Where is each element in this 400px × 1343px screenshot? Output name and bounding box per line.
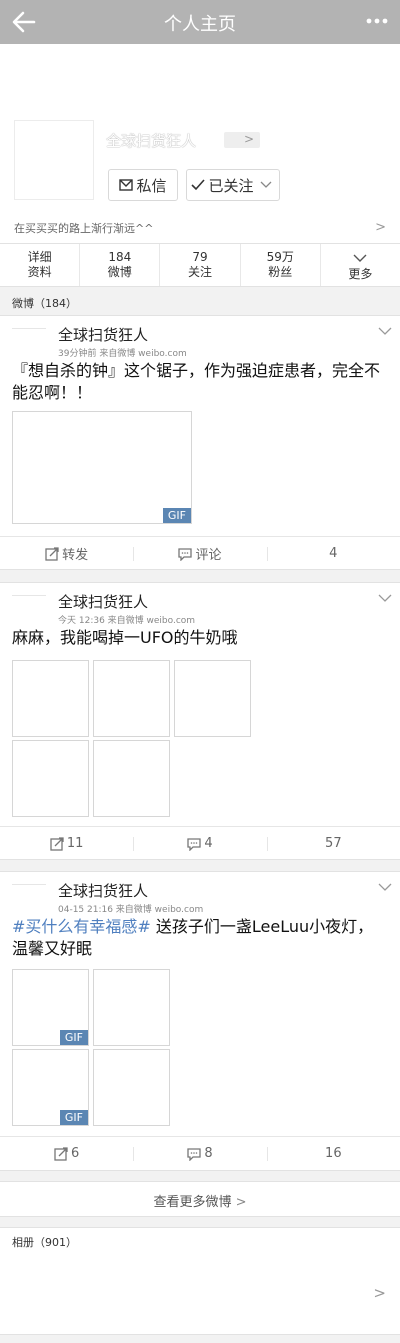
gif-badge: GIF bbox=[162, 508, 191, 523]
stats-bar: 详细 资料 184 微博 79 关注 59万 粉丝 更多 bbox=[0, 243, 400, 287]
avatar[interactable] bbox=[14, 120, 94, 200]
message-button[interactable]: 私信 bbox=[108, 169, 178, 201]
view-more-weibo-button[interactable]: 查看更多微博 > bbox=[0, 1181, 400, 1217]
stat-following[interactable]: 79 关注 bbox=[160, 244, 241, 286]
repost-icon bbox=[45, 546, 59, 561]
post-text: 麻麻，我能喝掉一UFO的牛奶哦 bbox=[12, 628, 238, 647]
album-section[interactable]: 相册（901） > bbox=[0, 1227, 400, 1335]
more-dots-icon[interactable] bbox=[366, 18, 388, 24]
repost-button[interactable]: 转发 bbox=[0, 537, 133, 570]
comment-button[interactable]: 4 bbox=[133, 827, 266, 860]
post-meta: 39分钟前 来自微博 weibo.com bbox=[58, 349, 187, 359]
post-actions: 转发 评论 4 bbox=[0, 536, 400, 570]
top-bar: 个人主页 bbox=[0, 0, 400, 44]
avatar[interactable] bbox=[12, 595, 46, 629]
stat-more[interactable]: 更多 bbox=[321, 244, 400, 286]
stat-weibo[interactable]: 184 微博 bbox=[80, 244, 161, 286]
post-author[interactable]: 全球扫货狂人 bbox=[58, 591, 148, 612]
chevron-down-icon[interactable] bbox=[378, 593, 392, 603]
comment-button[interactable]: 8 bbox=[133, 1137, 266, 1170]
comment-button[interactable]: 评论 bbox=[133, 537, 266, 570]
comment-icon bbox=[178, 547, 193, 561]
stat-profile-details[interactable]: 详细 资料 bbox=[0, 244, 81, 286]
post-image[interactable] bbox=[93, 1049, 170, 1126]
chevron-down-icon bbox=[353, 254, 367, 262]
post-image[interactable] bbox=[12, 740, 89, 817]
chevron-right-icon[interactable]: > bbox=[373, 1284, 386, 1302]
weibo-post: 全球扫货狂人 04-15 21:16 来自微博 weibo.com #买什么有幸… bbox=[0, 871, 400, 1171]
chevron-right-icon: > bbox=[235, 1195, 247, 1210]
like-button[interactable]: 16 bbox=[266, 1137, 400, 1170]
post-text: 『想自杀的钟』这个锯子，作为强迫症患者，完全不能忍啊！！ bbox=[12, 361, 381, 402]
post-image[interactable] bbox=[93, 740, 170, 817]
post-meta: 今天 12:36 来自微博 weibo.com bbox=[58, 616, 196, 626]
comment-icon bbox=[187, 837, 201, 851]
chevron-down-icon[interactable] bbox=[378, 882, 392, 892]
avatar[interactable] bbox=[12, 328, 46, 362]
follow-label: 已关注 bbox=[208, 176, 254, 195]
chevron-right-icon[interactable]: > bbox=[375, 220, 386, 235]
weibo-post: 全球扫货狂人 今天 12:36 来自微博 weibo.com 麻麻，我能喝掉一U… bbox=[0, 582, 400, 860]
weibo-section-header: 微博（184） bbox=[0, 289, 400, 315]
like-button[interactable]: 57 bbox=[266, 827, 400, 860]
post-image[interactable] bbox=[12, 660, 89, 737]
post-actions: 6 8 16 bbox=[0, 1136, 400, 1170]
comment-icon bbox=[187, 1147, 201, 1161]
hashtag-link[interactable]: #买什么有幸福感# bbox=[12, 917, 151, 936]
weibo-post: 全球扫货狂人 39分钟前 来自微博 weibo.com 『想自杀的钟』这个锯子，… bbox=[0, 315, 400, 570]
chevron-down-icon[interactable] bbox=[378, 326, 392, 336]
repost-icon bbox=[54, 1146, 68, 1161]
post-meta: 04-15 21:16 来自微博 weibo.com bbox=[58, 905, 204, 915]
page-title: 个人主页 bbox=[164, 14, 236, 35]
post-image[interactable] bbox=[93, 660, 170, 737]
repost-button[interactable]: 11 bbox=[0, 827, 133, 860]
post-author[interactable]: 全球扫货狂人 bbox=[58, 880, 148, 901]
repost-icon bbox=[50, 836, 64, 851]
message-label: 私信 bbox=[136, 176, 167, 195]
repost-button[interactable]: 6 bbox=[0, 1137, 133, 1170]
post-text: #买什么有幸福感# 送孩子们一盏LeeLuu小夜灯，温馨又好眠 bbox=[12, 917, 374, 958]
member-badge[interactable]: > bbox=[224, 132, 260, 148]
check-icon bbox=[191, 179, 206, 191]
post-actions: 11 4 57 bbox=[0, 826, 400, 860]
album-title: 相册（901） bbox=[12, 1236, 77, 1249]
avatar[interactable] bbox=[12, 884, 46, 918]
post-image[interactable]: GIF bbox=[12, 411, 192, 524]
post-image[interactable] bbox=[93, 969, 170, 1046]
gif-badge: GIF bbox=[59, 1110, 88, 1125]
profile-bio: 在买买买的路上渐行渐远^^ bbox=[14, 222, 154, 235]
stat-followers[interactable]: 59万 粉丝 bbox=[241, 244, 321, 286]
post-image[interactable]: GIF bbox=[12, 1049, 89, 1126]
post-author[interactable]: 全球扫货狂人 bbox=[58, 324, 148, 345]
post-image[interactable] bbox=[174, 660, 251, 737]
envelope-icon bbox=[119, 179, 134, 191]
chevron-right-icon: > bbox=[243, 132, 254, 146]
chevron-down-icon bbox=[260, 181, 271, 188]
follow-button[interactable]: 已关注 bbox=[186, 169, 280, 201]
profile-name: 全球扫货狂人 bbox=[106, 132, 197, 150]
like-button[interactable]: 4 bbox=[266, 537, 400, 570]
post-image[interactable]: GIF bbox=[12, 969, 89, 1046]
view-more-label: 查看更多微博 bbox=[153, 1195, 232, 1210]
gif-badge: GIF bbox=[59, 1030, 88, 1045]
